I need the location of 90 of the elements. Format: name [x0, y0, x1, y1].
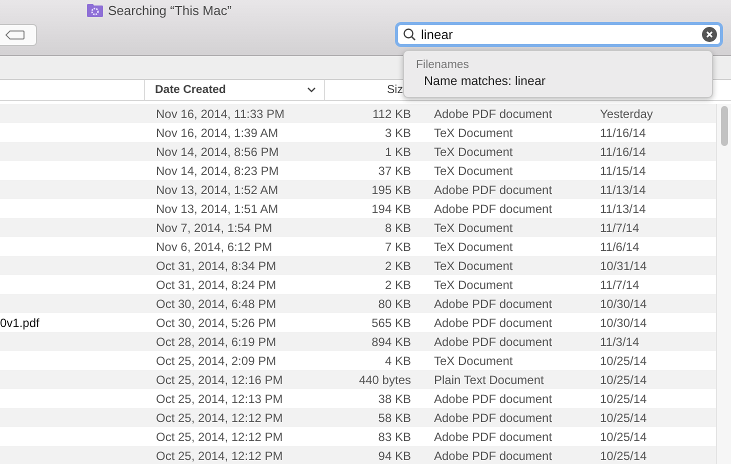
table-cell: Nov 6, 2014, 6:12 PM — [156, 240, 272, 254]
table-cell: 10/25/14 — [600, 372, 647, 386]
table-cell: 11/15/14 — [600, 164, 646, 178]
table-cell: 11/13/14 — [600, 202, 646, 216]
table-cell: Oct 25, 2014, 12:13 PM — [156, 392, 283, 406]
table-cell: 80 KB — [378, 296, 411, 310]
tag-button[interactable] — [0, 24, 37, 46]
table-cell: 10/31/14 — [600, 258, 647, 272]
table-cell: 2 KB — [384, 278, 411, 292]
table-cell: Nov 13, 2014, 1:51 AM — [156, 202, 278, 216]
table-cell: Adobe PDF document — [434, 448, 552, 462]
table-cell: 38 KB — [378, 392, 411, 406]
table-cell: 37 KB — [378, 164, 411, 178]
table-cell: 2 KB — [384, 258, 411, 272]
table-cell: 11/3/14 — [600, 334, 640, 348]
table-cell: Adobe PDF document — [434, 202, 552, 216]
table-cell: Nov 14, 2014, 8:56 PM — [156, 144, 279, 158]
file-name: 0v1.pdf — [0, 316, 40, 330]
table-cell: 10/25/14 — [600, 354, 647, 368]
table-cell: 10/25/14 — [600, 448, 647, 462]
table-cell: Oct 25, 2014, 12:12 PM — [156, 410, 283, 424]
table-cell: 11/16/14 — [600, 144, 646, 158]
table-cell: 194 KB — [372, 202, 411, 216]
table-cell: 11/13/14 — [600, 182, 646, 196]
menu-item[interactable]: Name matches: linear — [416, 74, 546, 88]
menu-heading: Filenames — [416, 59, 470, 71]
table-cell: 565 KB — [372, 316, 411, 330]
table-cell: 94 KB — [378, 448, 411, 462]
table-cell: TeX Document — [434, 220, 513, 234]
column-header[interactable]: Date Created — [145, 84, 226, 96]
table-cell: Nov 14, 2014, 8:23 PM — [156, 164, 279, 178]
table-cell: 11/16/14 — [600, 126, 646, 140]
table-cell: Oct 28, 2014, 6:19 PM — [156, 334, 276, 348]
table-cell: Oct 31, 2014, 8:24 PM — [156, 278, 276, 292]
table-cell: Oct 25, 2014, 2:09 PM — [156, 354, 276, 368]
table-cell: Plain Text Document — [434, 372, 544, 386]
table-cell: Adobe PDF document — [434, 296, 552, 310]
table-cell: Adobe PDF document — [434, 410, 552, 424]
table-cell: 4 KB — [384, 354, 411, 368]
tag-icon — [5, 30, 25, 40]
table-cell: Nov 7, 2014, 1:54 PM — [156, 220, 272, 234]
search-icon — [403, 28, 416, 41]
table-cell: 11/7/14 — [600, 220, 640, 234]
table-cell: 10/30/14 — [600, 316, 647, 330]
table-cell: TeX Document — [434, 240, 513, 254]
table-cell: TeX Document — [434, 126, 513, 140]
table-cell: 3 KB — [384, 126, 411, 140]
table-cell: TeX Document — [434, 164, 513, 178]
table-cell: 83 KB — [378, 430, 411, 444]
smart-folder-icon — [87, 3, 103, 17]
table-cell: 112 KB — [372, 106, 411, 120]
table-cell: 10/25/14 — [600, 392, 647, 406]
table-cell: TeX Document — [434, 144, 513, 158]
table-cell: Oct 30, 2014, 6:48 PM — [156, 296, 276, 310]
table-cell: 8 KB — [384, 220, 411, 234]
table-cell: 58 KB — [378, 410, 411, 424]
window-title: Searching “This Mac” — [108, 2, 232, 18]
table-cell: Adobe PDF document — [434, 182, 552, 196]
table-cell: Nov 16, 2014, 1:39 AM — [156, 126, 278, 140]
scrollbar[interactable] — [716, 104, 731, 464]
table-cell: TeX Document — [434, 278, 513, 292]
clear-icon[interactable] — [702, 27, 717, 42]
table-cell: Adobe PDF document — [434, 430, 552, 444]
table-cell: Adobe PDF document — [434, 316, 552, 330]
table-cell: Oct 30, 2014, 5:26 PM — [156, 316, 276, 330]
table-cell: 7 KB — [384, 240, 411, 254]
table-cell: Nov 13, 2014, 1:52 AM — [156, 182, 278, 196]
table-cell: Adobe PDF document — [434, 334, 552, 348]
chevron-icon — [307, 87, 316, 93]
table-cell: 11/6/14 — [600, 240, 640, 254]
table-cell: Adobe PDF document — [434, 106, 552, 120]
table-cell: Adobe PDF document — [434, 392, 552, 406]
table-cell: 1 KB — [384, 144, 411, 158]
table-cell: Oct 25, 2014, 12:16 PM — [156, 372, 283, 386]
table-cell: Nov 16, 2014, 11:33 PM — [156, 106, 285, 120]
table-cell: 195 KB — [372, 182, 411, 196]
column-header[interactable]: Siz — [325, 84, 403, 96]
search-field[interactable]: linear — [395, 22, 723, 47]
table-cell: Oct 25, 2014, 12:12 PM — [156, 448, 283, 462]
table-cell: 10/30/14 — [600, 296, 647, 310]
table-cell: 10/25/14 — [600, 430, 647, 444]
table-cell: 894 KB — [372, 334, 411, 348]
table-cell: 440 bytes — [358, 372, 411, 386]
table-cell: TeX Document — [434, 258, 513, 272]
table-cell: 11/7/14 — [600, 278, 640, 292]
table-cell: Oct 31, 2014, 8:34 PM — [156, 258, 276, 272]
table-cell: Yesterday — [600, 106, 653, 120]
table-cell: Oct 25, 2014, 12:12 PM — [156, 430, 283, 444]
table-cell: TeX Document — [434, 354, 513, 368]
table-cell: 10/25/14 — [600, 410, 647, 424]
